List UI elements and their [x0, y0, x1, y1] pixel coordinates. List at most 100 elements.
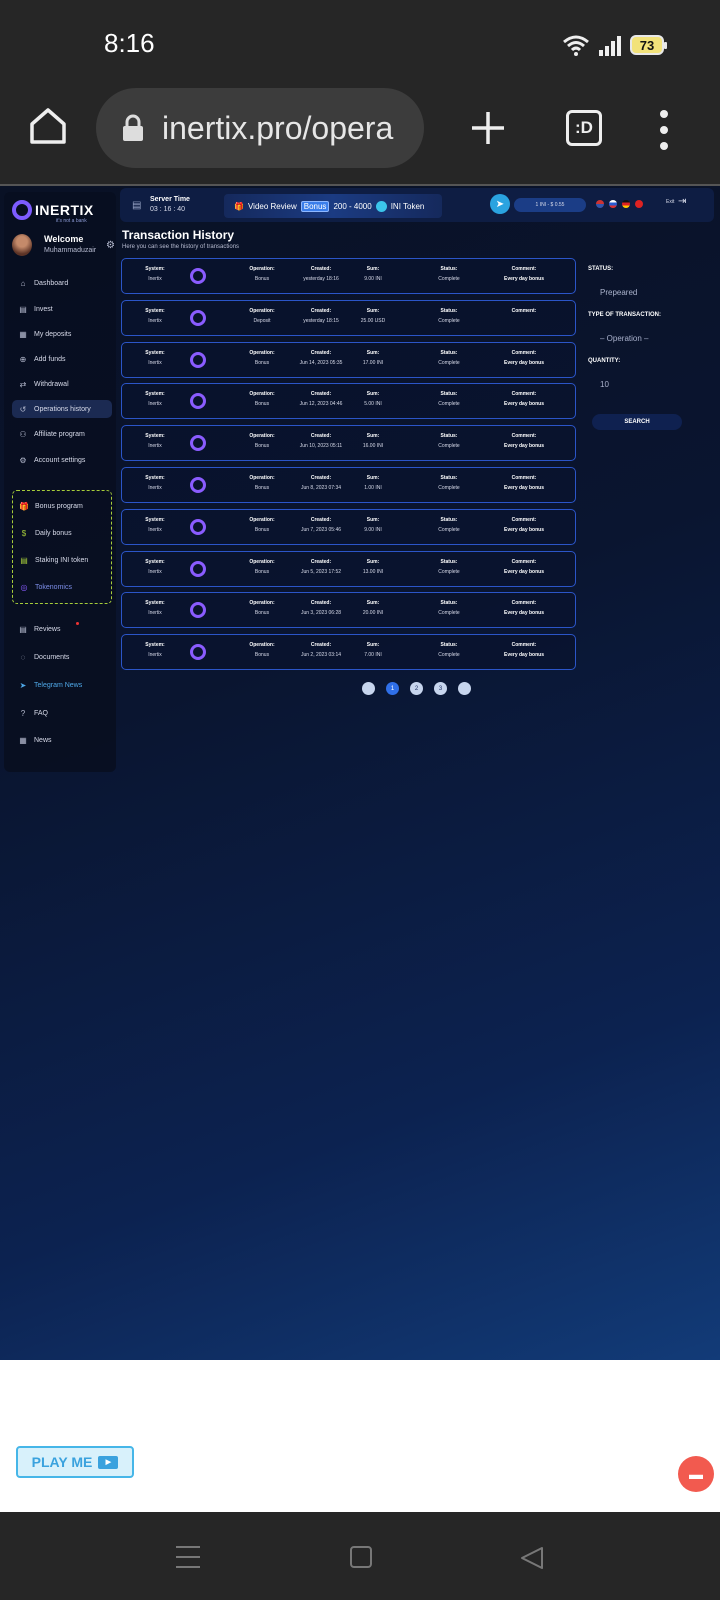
sidebar-item-faq[interactable]: ? FAQ [12, 704, 112, 722]
sidebar-item-label: Affiliate program [34, 430, 85, 438]
status-value: Complete [438, 359, 460, 366]
webview: INERTIX it's not a bank Welcome Muhammad… [0, 184, 720, 1360]
sum-header: Sum: [366, 642, 380, 649]
promo-item-3[interactable]: ◎ Tokenomics [13, 578, 113, 596]
chat-icon[interactable]: ▬ [678, 1456, 714, 1492]
sum-header: Sum: [366, 516, 380, 523]
url-bar[interactable]: inertix.pro/opera [96, 88, 424, 168]
signal-icon [599, 36, 621, 56]
system-value: Inertix [148, 610, 162, 617]
sum-header: Sum: [366, 475, 380, 481]
system-value: Inertix [148, 652, 162, 659]
tab-switcher-button[interactable]: :D [566, 110, 602, 146]
video-review-banner[interactable]: 🎁 Video Review Bonus 200 - 4000 INI Toke… [224, 194, 442, 218]
home-icon[interactable] [28, 106, 68, 146]
telegram-icon[interactable]: ➤ [490, 194, 510, 214]
sidebar-item-deposits[interactable]: ▦ My deposits [12, 325, 112, 343]
operation-value: Deposit [253, 317, 271, 324]
comment-value: Every day bonus [503, 276, 544, 282]
top-bar: ▤ Server Time 03 : 16 : 40 🎁 Video Revie… [120, 188, 714, 222]
table-row: System: Inertix Operation: Bonus Created: Jun… [121, 634, 576, 671]
recent-apps-icon[interactable] [176, 1546, 200, 1568]
sidebar-item-history[interactable]: ↺ Operations history [12, 400, 112, 418]
gear-icon[interactable]: ⚙ [106, 240, 115, 251]
page-3-button[interactable]: 3 [434, 682, 447, 695]
flag-de-icon[interactable] [622, 200, 630, 208]
sidebar-item-settings[interactable]: ⚙ Account settings [12, 451, 112, 469]
operation-header: Operation: [249, 642, 275, 649]
logout-icon[interactable]: ⇥ [678, 196, 686, 207]
pagination: 1 2 3 [362, 682, 471, 695]
exit-label[interactable]: Exit [666, 199, 674, 205]
status-select[interactable]: Prepeared [600, 288, 637, 297]
page-2-button[interactable]: 2 [410, 682, 423, 695]
invest-icon: ▤ [19, 304, 27, 314]
sidebar-item-affiliate[interactable]: ⚇ Affiliate program [12, 425, 112, 443]
sidebar-item-reviews[interactable]: ▤ Reviews [12, 620, 112, 638]
sidebar-item-invest[interactable]: ▤ Invest [12, 300, 112, 318]
operation-value: Bonus [254, 359, 270, 366]
table-row: System: Inertix Operation: Deposit Created: y… [121, 299, 576, 336]
home-nav-icon[interactable] [350, 1546, 372, 1568]
quantity-input[interactable]: 10 [600, 380, 609, 389]
created-value: Jun 5, 2023 17:52 [300, 568, 342, 575]
back-icon[interactable] [520, 1546, 544, 1570]
created-header: Created: [310, 600, 332, 607]
news-icon: ▦ [19, 735, 27, 745]
next-page-button[interactable] [458, 682, 471, 695]
status-value: Complete [438, 610, 460, 617]
play-me-button[interactable]: PLAY ME ▶ [16, 1446, 134, 1478]
system-value: Inertix [148, 568, 162, 575]
user-profile: Welcome Muhammaduzair ⚙ [10, 232, 115, 258]
username: Muhammaduzair [44, 247, 97, 254]
prev-page-button[interactable] [362, 682, 375, 695]
inertix-logo-icon [190, 518, 206, 535]
sidebar-item-home[interactable]: ⌂ Dashboard [12, 274, 112, 292]
sidebar-item-add-funds[interactable]: ⊕ Add funds [12, 350, 112, 368]
bonus-tag: Bonus [300, 200, 330, 212]
comment-value: Every day bonus [503, 443, 544, 450]
inertix-logo-icon [190, 268, 206, 284]
system-value: Inertix [148, 526, 162, 533]
status-value: Complete [438, 401, 460, 408]
sidebar-item-withdrawal[interactable]: ⇄ Withdrawal [12, 375, 112, 393]
sum-header: Sum: [366, 349, 380, 356]
sum-header: Sum: [366, 558, 380, 565]
page-title: Transaction History [122, 228, 235, 242]
flag-cn-icon[interactable] [635, 200, 643, 208]
sidebar-item-label: Account settings [34, 456, 86, 464]
clock: 8:16 [104, 28, 155, 58]
page-1-button[interactable]: 1 [386, 682, 399, 695]
avatar[interactable] [12, 234, 32, 256]
more-menu-icon[interactable] [656, 110, 672, 150]
sidebar-item-label: Documents [34, 653, 70, 661]
status-header: Status: [440, 307, 458, 314]
sidebar-item-label: Withdrawal [34, 380, 69, 388]
search-button[interactable]: SEARCH [592, 414, 682, 430]
new-tab-icon[interactable] [470, 110, 506, 146]
sidebar-item-news[interactable]: ▦ News [12, 731, 112, 749]
flag-us-icon[interactable] [596, 200, 604, 208]
inertix-logo-icon [190, 435, 206, 452]
logo[interactable]: INERTIX it's not a bank [12, 200, 94, 224]
status-value: Complete [438, 485, 460, 491]
inertix-logo-icon [190, 560, 206, 577]
flag-ru-icon[interactable] [609, 200, 617, 208]
status-header: Status: [440, 600, 458, 607]
dollar-icon: $ [21, 528, 27, 538]
gift-icon: 🎁 [19, 501, 29, 511]
type-select[interactable]: – Operation – [600, 334, 648, 343]
sum-value: 5.00 INI [364, 401, 382, 408]
status-label: STATUS: [588, 266, 614, 272]
promo-item-0[interactable]: 🎁 Bonus program [13, 497, 113, 515]
page-footer-area: PLAY ME ▶ ▬ [0, 1360, 720, 1512]
sidebar-item-documents[interactable]: ◌ Documents [12, 648, 112, 666]
created-value: Jun 2, 2023 03:14 [300, 652, 342, 659]
comment-header: Comment: [511, 433, 537, 440]
comment-value: Every day bonus [503, 359, 544, 366]
promo-item-2[interactable]: ▤ Staking INI token [13, 551, 113, 569]
sum-value: 9.00 INI [364, 526, 382, 533]
ini-coin-icon [375, 200, 387, 212]
promo-item-1[interactable]: $ Daily bonus [13, 524, 113, 542]
sidebar-item-telegram[interactable]: ➤ Telegram News [12, 676, 112, 694]
